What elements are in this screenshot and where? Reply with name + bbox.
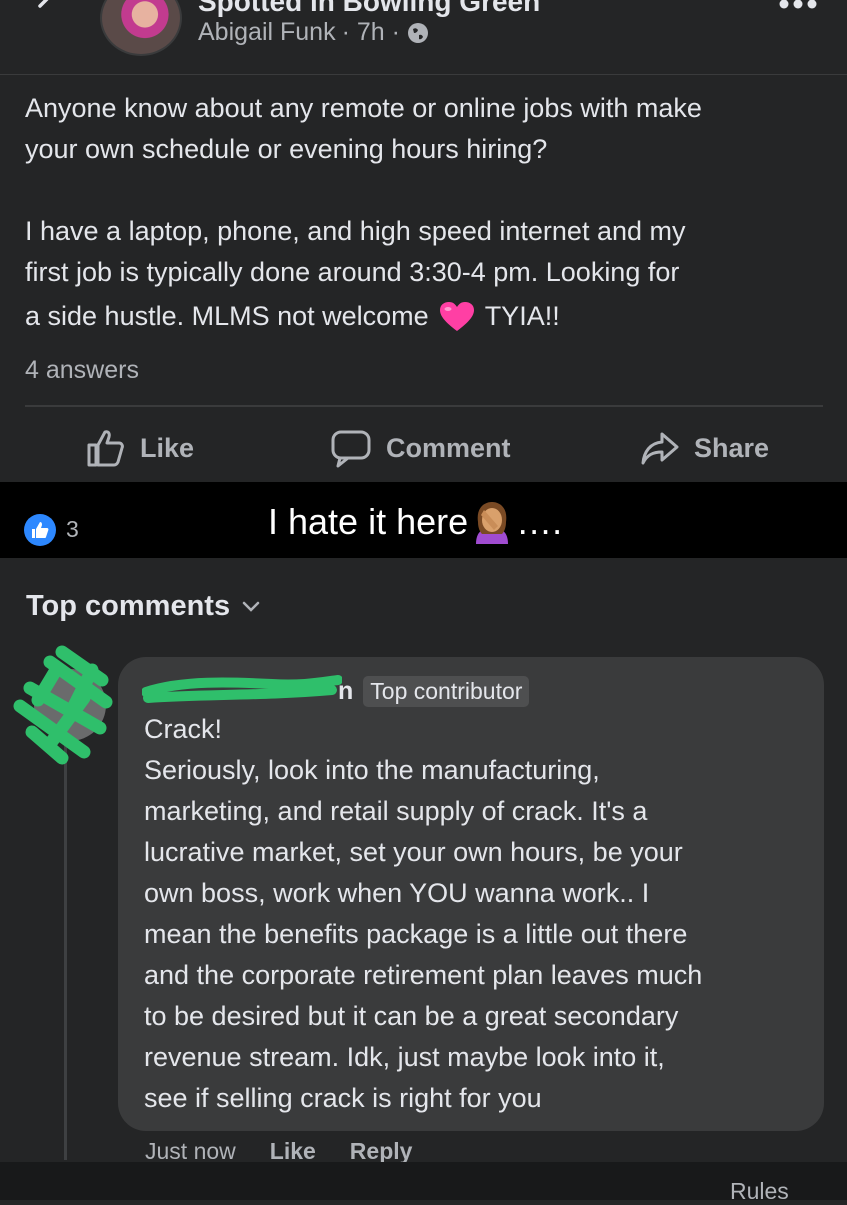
group-name[interactable]: Spotted in Bowling Green	[198, 0, 540, 18]
thumbs-up-icon	[32, 522, 49, 538]
globe-icon	[407, 22, 428, 43]
facepalm-emoji-icon	[476, 502, 509, 544]
author-avatar[interactable]	[100, 0, 182, 56]
post-body-last-line: a side hustle. MLMS not welcome TYIA!!	[25, 296, 560, 337]
author-name[interactable]: Abigail Funk	[198, 18, 336, 47]
overlay-caption-text: I hate it here	[268, 501, 469, 542]
post-body: Anyone know about any remote or online j…	[25, 93, 702, 287]
overlay-caption-dots: ….	[516, 501, 563, 542]
chevron-left-icon[interactable]	[34, 0, 58, 18]
top-comments-filter[interactable]: Top comments	[26, 590, 260, 623]
comment-reply-link[interactable]: Reply	[350, 1138, 413, 1165]
like-reaction-badge[interactable]	[24, 514, 56, 546]
pink-heart-icon	[439, 301, 474, 331]
thumbs-up-icon	[87, 430, 124, 467]
commenter-name[interactable]: n	[338, 677, 353, 706]
share-button[interactable]: Share	[640, 428, 769, 468]
share-label: Share	[694, 432, 770, 463]
comment-label: Comment	[386, 432, 511, 463]
more-dots-icon[interactable]	[778, 0, 818, 14]
top-contributor-badge: Top contributor	[363, 675, 530, 707]
share-icon	[641, 432, 679, 465]
like-label: Like	[140, 432, 195, 463]
comment-timestamp: Just now	[145, 1138, 236, 1164]
comment-button[interactable]: Comment	[330, 428, 511, 468]
post-header: Spotted in Bowling Green Abigail Funk · …	[0, 0, 847, 74]
comment-body: Crack! Seriously, look into the manufact…	[144, 714, 703, 1113]
post-body-signoff: TYIA!!	[484, 301, 560, 331]
like-button[interactable]: Like	[86, 428, 194, 468]
post-time: · 7h ·	[341, 18, 400, 46]
name-redaction-scribble	[142, 675, 342, 703]
answers-count[interactable]: 4 answers	[25, 356, 139, 385]
post-body-last-text: a side hustle. MLMS not welcome	[25, 301, 429, 331]
header-divider	[0, 74, 847, 75]
rules-link[interactable]: Rules	[730, 1178, 789, 1205]
comment-like-link[interactable]: Like	[270, 1138, 316, 1165]
comment-icon	[331, 430, 371, 468]
commenter-avatar-redacted[interactable]	[10, 640, 130, 770]
chevron-down-icon	[242, 601, 260, 612]
comment-actions: Just now Like Reply	[145, 1138, 412, 1165]
post-meta: Abigail Funk · 7h ·	[198, 18, 430, 47]
commenter-name-row: n Top contributor	[142, 674, 530, 708]
top-comments-label: Top comments	[26, 590, 231, 622]
overlay-caption: I hate it here ….	[268, 500, 562, 544]
comment-thread-line	[64, 720, 67, 1160]
actions-divider	[25, 405, 823, 407]
reaction-count[interactable]: 3	[66, 516, 79, 543]
bottom-bar	[0, 1162, 847, 1200]
